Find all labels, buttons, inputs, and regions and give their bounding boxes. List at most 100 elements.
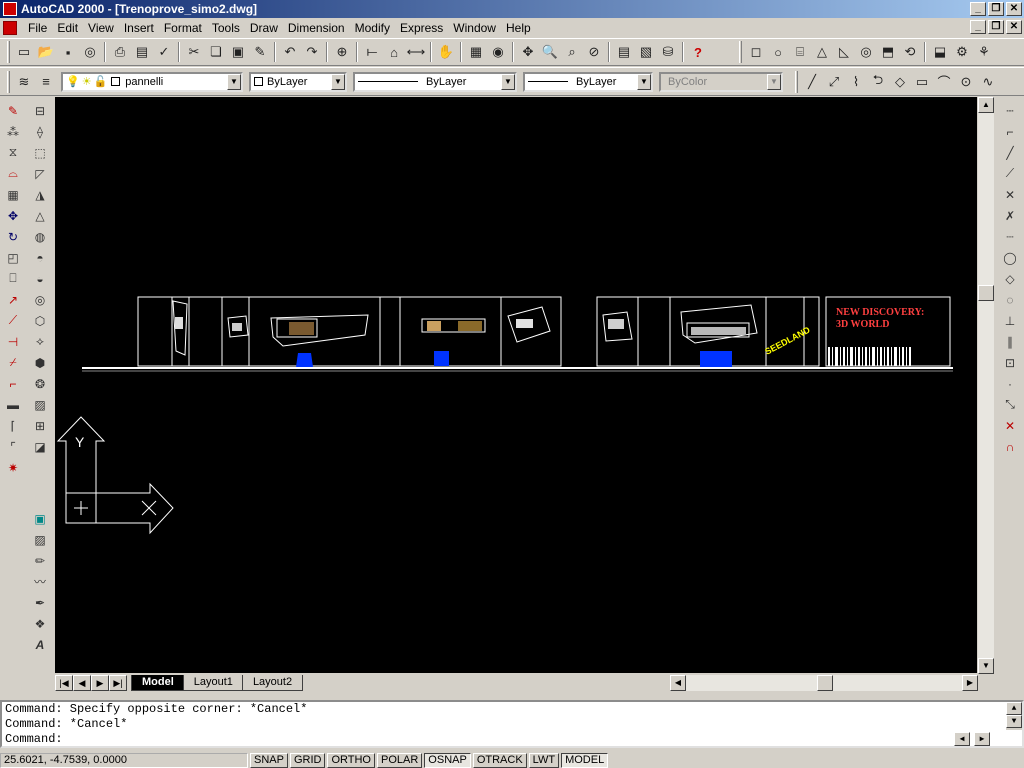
- autocad-app-icon[interactable]: [3, 2, 17, 16]
- doc-close-button[interactable]: ✕: [1006, 20, 1022, 34]
- lineweight-dropdown[interactable]: ByLayer ▼: [523, 71, 653, 92]
- menu-view[interactable]: View: [83, 21, 119, 35]
- ruled-surface-icon[interactable]: ⟡: [29, 331, 51, 352]
- pencil-icon[interactable]: ✏: [29, 550, 51, 571]
- revolve-icon[interactable]: ⟲: [899, 41, 921, 63]
- minimize-button[interactable]: _: [970, 2, 986, 16]
- snap-perpendicular-icon[interactable]: ⊥: [999, 310, 1021, 331]
- paste-icon[interactable]: ▣: [227, 41, 249, 63]
- fillet-icon[interactable]: ▬: [2, 394, 24, 415]
- scroll-down-icon[interactable]: ▼: [978, 658, 994, 674]
- model-toggle[interactable]: MODEL: [561, 752, 609, 768]
- command-prompt[interactable]: Command:: [2, 732, 1022, 747]
- explode-burst-icon[interactable]: ✷: [2, 457, 24, 478]
- hyperlink-icon[interactable]: ⊕: [331, 41, 353, 63]
- doc-restore-button[interactable]: ❐: [988, 20, 1004, 34]
- torus-solid-icon[interactable]: ◎: [29, 289, 51, 310]
- plane-icon[interactable]: ⟠: [29, 121, 51, 142]
- menu-dimension[interactable]: Dimension: [283, 21, 350, 35]
- snap-parallel-icon[interactable]: ∥: [999, 331, 1021, 352]
- ucs-icon[interactable]: ⌂: [383, 41, 405, 63]
- menu-modify[interactable]: Modify: [350, 21, 395, 35]
- print-preview-icon[interactable]: ▤: [131, 41, 153, 63]
- box-icon[interactable]: ◻: [745, 41, 767, 63]
- zoom-window-icon[interactable]: ⌕: [561, 41, 583, 63]
- tracking-icon[interactable]: ⟝: [361, 41, 383, 63]
- next-tab-icon[interactable]: ▶: [91, 675, 109, 691]
- match-properties-icon[interactable]: ✎: [249, 41, 271, 63]
- temp-track-icon[interactable]: ┄: [999, 100, 1021, 121]
- dome-icon[interactable]: ◓: [29, 247, 51, 268]
- box-solid-icon[interactable]: ⊟: [29, 100, 51, 121]
- arc-icon[interactable]: ▭: [911, 71, 933, 93]
- horizontal-scroll-thumb[interactable]: [817, 675, 833, 691]
- setup-view-icon[interactable]: ⚘: [973, 41, 995, 63]
- database-icon[interactable]: ⛁: [657, 41, 679, 63]
- otrack-toggle[interactable]: OTRACK: [472, 752, 527, 768]
- cube-icon[interactable]: ⬚: [29, 142, 51, 163]
- copy-object-icon[interactable]: ⁂: [2, 121, 24, 142]
- sphere-solid-icon[interactable]: ◍: [29, 226, 51, 247]
- wedge-icon[interactable]: ◺: [833, 41, 855, 63]
- block-icon[interactable]: ❖: [29, 613, 51, 634]
- snap-toggle[interactable]: SNAP: [250, 752, 288, 768]
- spline-icon[interactable]: ⊙: [955, 71, 977, 93]
- move-icon[interactable]: ✥: [2, 205, 24, 226]
- redo-icon[interactable]: ↷: [301, 41, 323, 63]
- menu-window[interactable]: Window: [448, 21, 501, 35]
- restore-button[interactable]: ❐: [988, 2, 1004, 16]
- chevron-down-icon[interactable]: ▼: [637, 73, 651, 90]
- color-dropdown[interactable]: ByLayer ▼: [249, 71, 347, 92]
- 3d-face-icon[interactable]: ▨: [29, 394, 51, 415]
- menu-tools[interactable]: Tools: [207, 21, 245, 35]
- doc-minimize-button[interactable]: _: [970, 20, 986, 34]
- print-icon[interactable]: ⎙: [109, 41, 131, 63]
- rotate-icon[interactable]: ↻: [2, 226, 24, 247]
- document-icon[interactable]: [3, 21, 17, 35]
- offset-icon[interactable]: ⌓: [2, 163, 24, 184]
- snap-from-icon[interactable]: ⌐: [999, 121, 1021, 142]
- revolved-surface-icon[interactable]: ⬢: [29, 352, 51, 373]
- layer-manager-icon[interactable]: ≋: [13, 71, 35, 93]
- tab-layout2[interactable]: Layout2: [241, 675, 304, 691]
- polar-toggle[interactable]: POLAR: [377, 752, 423, 768]
- ortho-toggle[interactable]: ORTHO: [327, 752, 375, 768]
- snap-extension-icon[interactable]: ┈: [999, 226, 1021, 247]
- snap-apparent-icon[interactable]: ✗: [999, 205, 1021, 226]
- design-center-icon[interactable]: ▧: [635, 41, 657, 63]
- open-icon[interactable]: 📂: [35, 41, 57, 63]
- snap-node-icon[interactable]: ·: [999, 373, 1021, 394]
- fillet-round-icon[interactable]: ⌜: [2, 436, 24, 457]
- snap-insert-icon[interactable]: ⊡: [999, 352, 1021, 373]
- vertical-scroll-thumb[interactable]: [978, 285, 994, 301]
- extend-icon[interactable]: ⊣: [2, 331, 24, 352]
- cmd-scroll-left-icon[interactable]: ◀: [954, 732, 970, 746]
- edge-surface-icon[interactable]: ⬡: [29, 310, 51, 331]
- snap-none-icon[interactable]: ✕: [999, 415, 1021, 436]
- osnap-toggle[interactable]: OSNAP: [424, 752, 471, 768]
- pyramid-icon[interactable]: ◮: [29, 184, 51, 205]
- zoom-previous-icon[interactable]: ⊘: [583, 41, 605, 63]
- snap-midpoint-icon[interactable]: ⟋: [999, 163, 1021, 184]
- distance-icon[interactable]: ⟷: [405, 41, 427, 63]
- explode-icon[interactable]: ⌈: [2, 415, 24, 436]
- help-icon[interactable]: ?: [687, 41, 709, 63]
- erase-icon[interactable]: ✎: [2, 100, 24, 121]
- rectangle-icon[interactable]: ◇: [889, 71, 911, 93]
- scroll-right-icon[interactable]: ▶: [962, 675, 978, 691]
- copy-icon[interactable]: ❏: [205, 41, 227, 63]
- grid-toggle[interactable]: GRID: [289, 752, 326, 768]
- stretch-icon[interactable]: ⎕: [2, 268, 24, 289]
- toolbar-grip[interactable]: [7, 41, 10, 63]
- snap-quadrant-icon[interactable]: ◇: [999, 268, 1021, 289]
- new-icon[interactable]: ▭: [13, 41, 35, 63]
- coordinate-display[interactable]: 25.6021, -4.7539, 0.0000: [0, 752, 248, 768]
- tab-layout1[interactable]: Layout1: [182, 675, 244, 691]
- make-current-layer-icon[interactable]: ≡: [35, 71, 57, 93]
- cut-icon[interactable]: ✂: [183, 41, 205, 63]
- menu-insert[interactable]: Insert: [119, 21, 159, 35]
- section-icon[interactable]: ⬓: [929, 41, 951, 63]
- command-window[interactable]: Command: Specify opposite corner: *Cance…: [0, 700, 1024, 748]
- save-icon[interactable]: ▪: [57, 41, 79, 63]
- interfere-icon[interactable]: ⚙: [951, 41, 973, 63]
